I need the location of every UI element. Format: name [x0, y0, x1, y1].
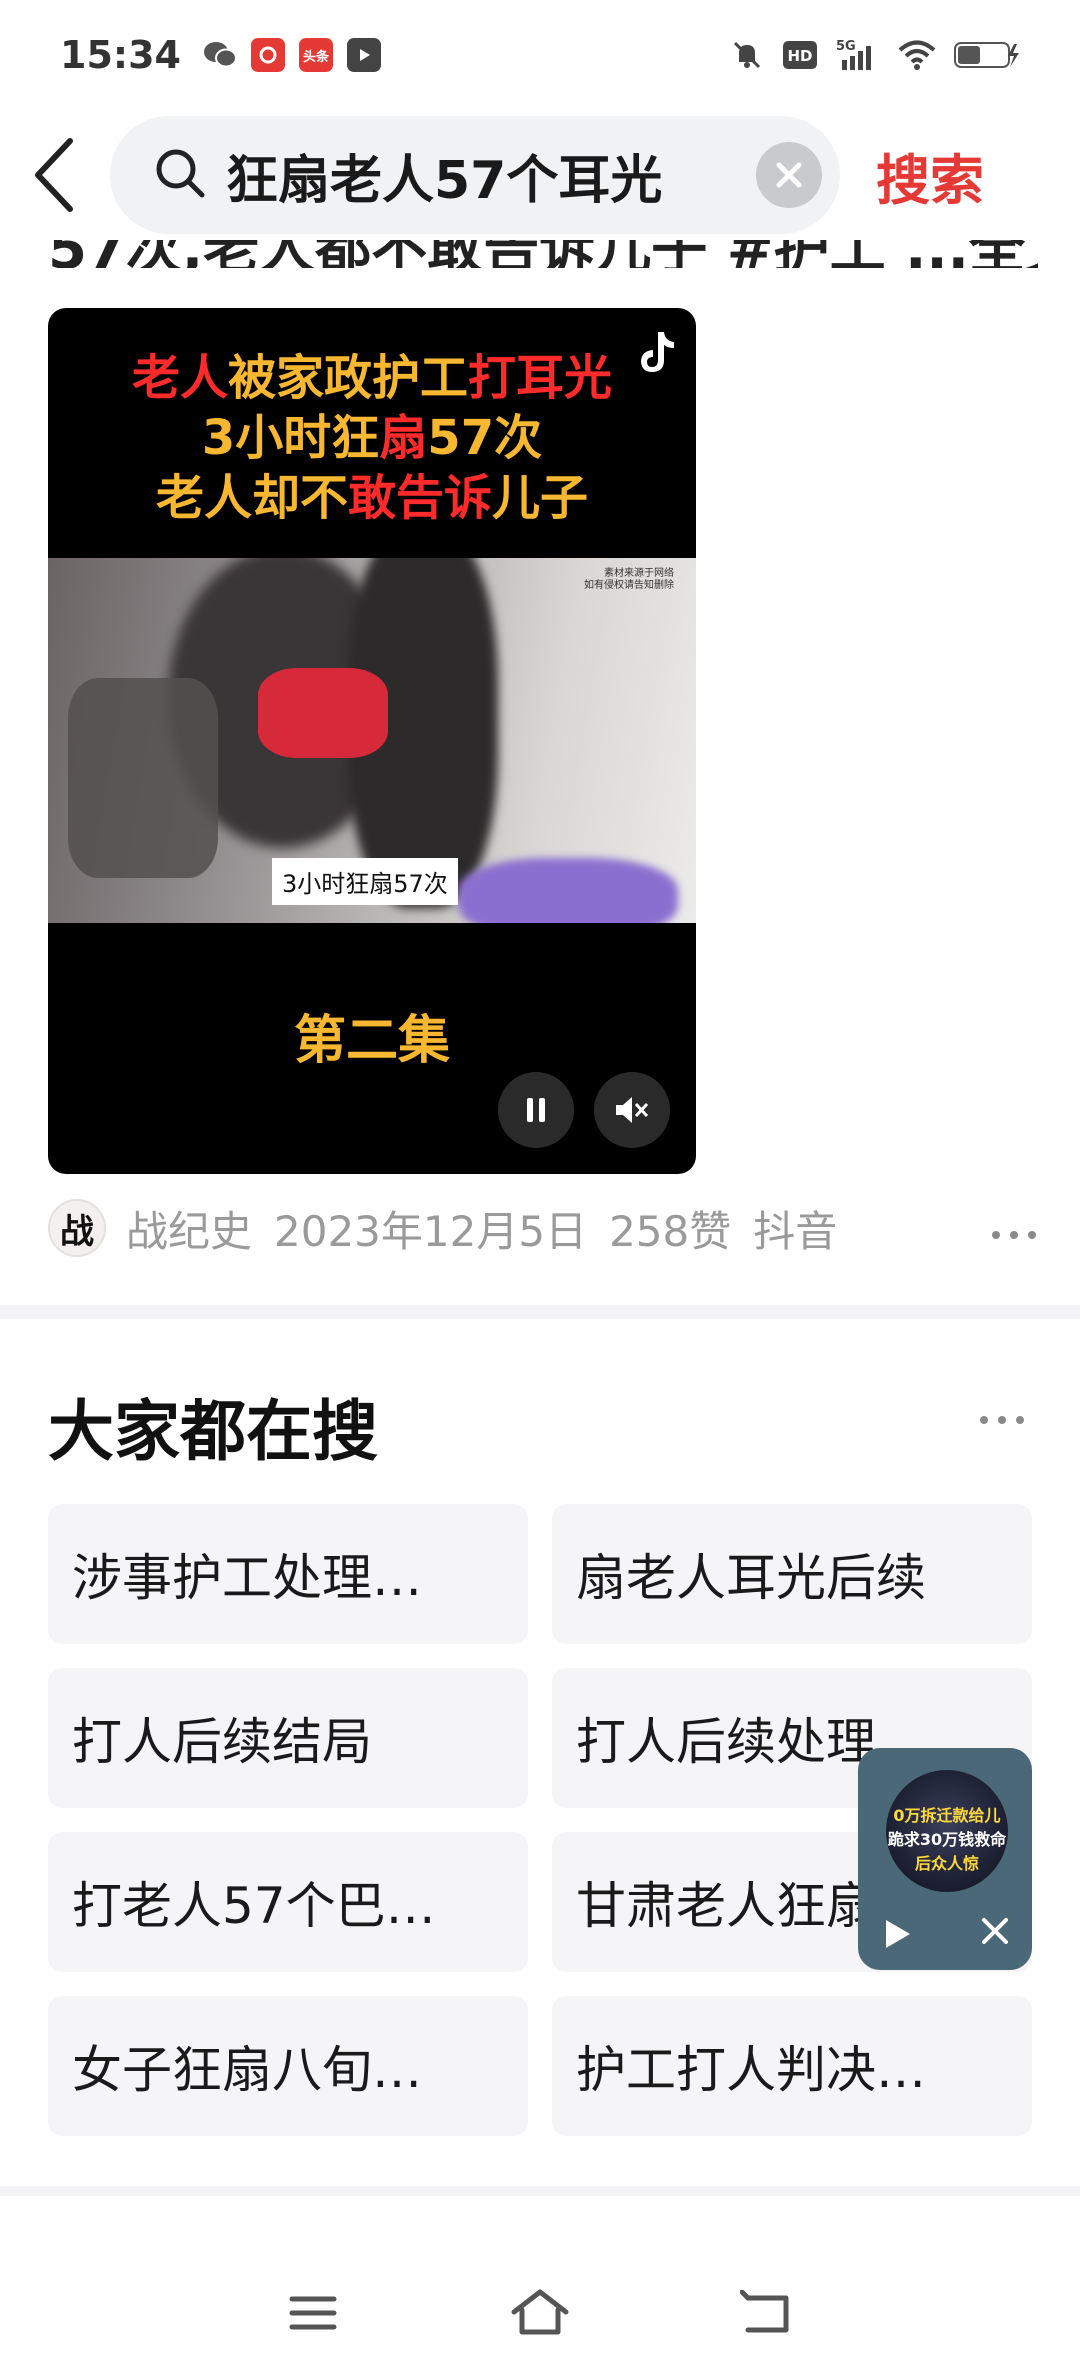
- wechat-icon: [203, 38, 237, 72]
- hd-icon: HD: [782, 40, 818, 70]
- title-line2-part2: 扇: [379, 410, 428, 466]
- section-divider: [0, 1305, 1080, 1319]
- home-icon: [511, 2289, 569, 2335]
- mute-button[interactable]: [594, 1072, 670, 1148]
- section-title-everyone-searching: 大家都在搜: [48, 1393, 378, 1470]
- search-icon: [152, 145, 208, 205]
- title-line1-part1: 老人: [131, 350, 228, 406]
- related-search-item[interactable]: 涉事护工处理…: [48, 1504, 528, 1644]
- svg-text:5G: 5G: [836, 39, 856, 54]
- pause-button[interactable]: [498, 1072, 574, 1148]
- frame-watermark-line2: 如有侵权请告知删除: [584, 580, 674, 591]
- nav-home-button[interactable]: [500, 2273, 580, 2353]
- play-icon: [886, 1920, 910, 1948]
- pause-icon: [527, 1098, 545, 1122]
- frame-chair-left: [68, 678, 218, 878]
- title-line2-part1: 3小时狂: [201, 410, 380, 466]
- related-search-item[interactable]: 打人后续结局: [48, 1668, 528, 1808]
- author-name[interactable]: 战纪史: [126, 1198, 252, 1259]
- close-icon: [982, 1918, 1008, 1944]
- system-nav-bar: [0, 2250, 1080, 2376]
- nav-menu-button[interactable]: [273, 2273, 353, 2353]
- more-icon: [980, 1416, 1024, 1424]
- mini-player-close-button[interactable]: [980, 1916, 1010, 1950]
- bottom-divider: [0, 2186, 1080, 2196]
- more-options-button[interactable]: [990, 1205, 1038, 1251]
- related-search-item[interactable]: 护工打人判决…: [552, 1996, 1032, 2136]
- search-query-text[interactable]: 狂扇老人57个耳光: [226, 138, 756, 213]
- clear-search-button[interactable]: [756, 142, 822, 208]
- like-count: 258赞: [609, 1206, 732, 1256]
- search-results-page: 15:34 头条 HD 5G 狂扇老人57个耳光 搜索 57次,老人都不敢告诉儿…: [0, 0, 1080, 2376]
- chevron-left-icon: [35, 138, 73, 212]
- frame-watermark: 素材来源于网络 如有侵权请告知删除: [584, 568, 674, 592]
- speaker-muted-icon: [616, 1097, 649, 1123]
- floating-mini-player[interactable]: 0万拆迁款给儿 跪求30万钱救命 后众人惊: [858, 1748, 1032, 1970]
- status-app-icons: 头条: [203, 38, 381, 72]
- author-avatar[interactable]: 战: [48, 1199, 106, 1257]
- publish-date: 2023年12月5日: [274, 1206, 588, 1256]
- title-line1-part3: 打耳光: [468, 350, 613, 406]
- frame-caption: 3小时狂扇57次: [272, 858, 458, 905]
- search-input[interactable]: 狂扇老人57个耳光: [110, 116, 840, 234]
- title-line3-part3: 儿子: [492, 470, 589, 526]
- nav-back-button[interactable]: [727, 2273, 807, 2353]
- more-icon: [992, 1231, 1036, 1239]
- result-meta-row: 战 战纪史 2023年12月5日 258赞 抖音: [48, 1196, 1038, 1260]
- search-header: 狂扇老人57个耳光 搜索: [0, 110, 1080, 240]
- frame-watermark-line1: 素材来源于网络: [604, 568, 674, 579]
- episode-label: 第二集: [293, 1011, 450, 1071]
- battery-icon: [954, 40, 1020, 70]
- related-search-item[interactable]: 扇老人耳光后续: [552, 1504, 1032, 1644]
- video-frame: 素材来源于网络 如有侵权请告知删除 3小时狂扇57次: [48, 558, 696, 923]
- signal-5g-icon: 5G: [836, 38, 880, 72]
- mini-player-caption-2: 跪求30万钱救命: [887, 1830, 1007, 1849]
- platform-name: 抖音: [753, 1206, 838, 1256]
- search-button[interactable]: 搜索: [876, 136, 984, 215]
- status-bar: 15:34 头条 HD 5G: [0, 0, 1080, 110]
- svg-text:HD: HD: [787, 47, 812, 65]
- status-system-icons: HD 5G: [730, 38, 1020, 72]
- mini-player-play-button[interactable]: [880, 1916, 914, 1956]
- section-more-button[interactable]: [978, 1390, 1026, 1436]
- status-time: 15:34: [60, 33, 181, 77]
- toutiao-icon: 头条: [298, 38, 333, 72]
- close-icon: [776, 162, 802, 188]
- frame-purple-floor: [458, 858, 678, 923]
- mini-player-thumbnail[interactable]: 0万拆迁款给儿 跪求30万钱救命 后众人惊: [886, 1770, 1008, 1892]
- wifi-icon: [898, 39, 936, 71]
- mini-player-caption-1: 0万拆迁款给儿: [893, 1806, 1001, 1825]
- title-line1-part2: 被家政护工: [227, 350, 468, 406]
- video-app-icon: [346, 38, 381, 72]
- related-search-item[interactable]: 女子狂扇八旬…: [48, 1996, 528, 2136]
- related-search-item[interactable]: 打老人57个巴…: [48, 1832, 528, 1972]
- tiktok-logo-icon: [636, 330, 676, 380]
- mute-bell-icon: [730, 38, 764, 72]
- video-player[interactable]: 老人被家政护工打耳光 3小时狂扇57次 老人却不敢告诉儿子 素材来源于网络 如有…: [48, 308, 696, 1174]
- video-title-overlay: 老人被家政护工打耳光 3小时狂扇57次 老人却不敢告诉儿子: [48, 348, 696, 528]
- title-line3-part1: 老人却不: [155, 470, 348, 526]
- app-red-icon: [250, 38, 285, 72]
- back-nav-icon: [739, 2290, 789, 2333]
- menu-icon: [289, 2296, 337, 2330]
- title-line3-part2: 敢告诉: [347, 470, 492, 526]
- frame-red-cloth: [258, 668, 388, 758]
- back-button[interactable]: [0, 110, 110, 240]
- mini-player-caption-3: 后众人惊: [914, 1854, 979, 1873]
- title-line2-part3: 57次: [427, 410, 543, 466]
